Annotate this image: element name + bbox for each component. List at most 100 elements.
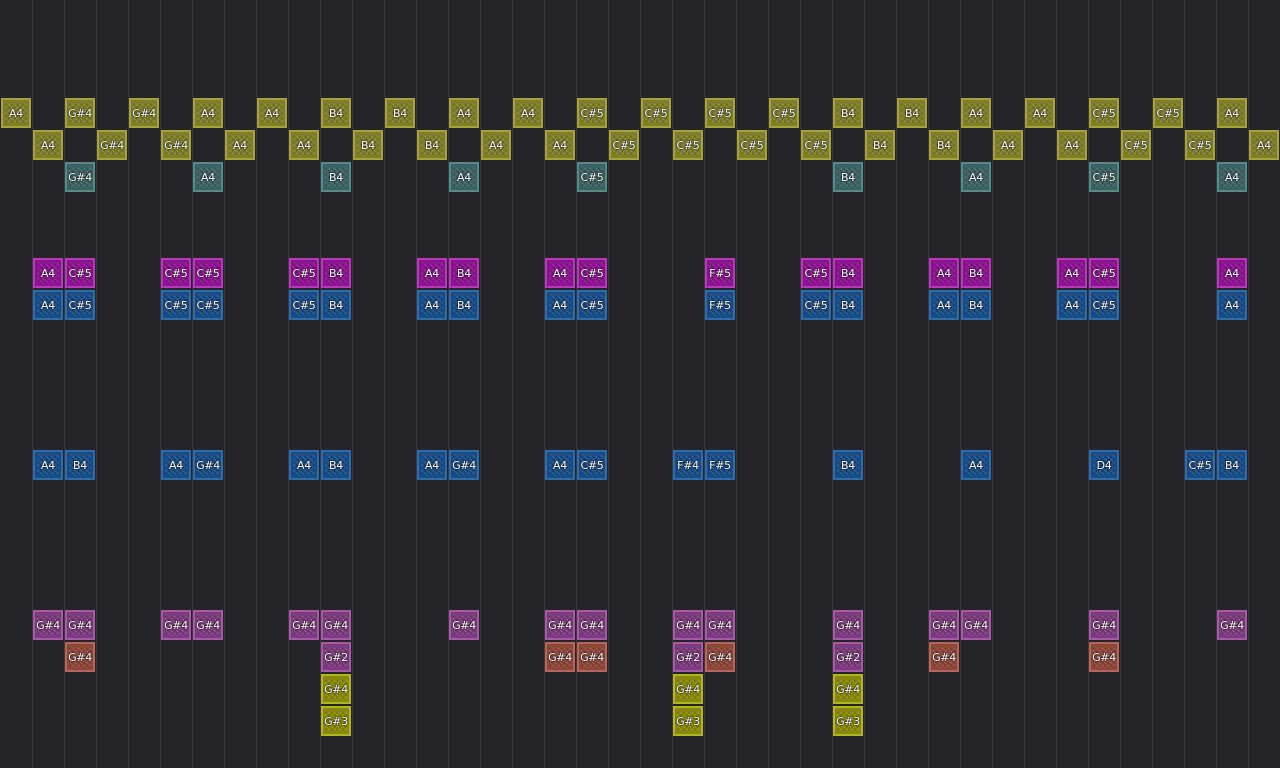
note-block[interactable]: A4 [193, 162, 223, 192]
note-block[interactable]: G#4 [65, 610, 95, 640]
note-block[interactable]: G#4 [321, 674, 351, 704]
note-block[interactable]: C#5 [1089, 290, 1119, 320]
note-block[interactable]: C#5 [1089, 162, 1119, 192]
note-block[interactable]: G#3 [673, 706, 703, 736]
note-block[interactable]: A4 [417, 258, 447, 288]
note-block[interactable]: A4 [545, 290, 575, 320]
note-block[interactable]: D4 [1089, 450, 1119, 480]
note-block[interactable]: A4 [929, 290, 959, 320]
note-block[interactable]: G#2 [321, 642, 351, 672]
note-block[interactable]: G#4 [65, 162, 95, 192]
note-block[interactable]: G#4 [449, 610, 479, 640]
note-block[interactable]: A4 [1057, 130, 1087, 160]
note-block[interactable]: G#4 [289, 610, 319, 640]
note-block[interactable]: B4 [385, 98, 415, 128]
note-block[interactable]: C#5 [65, 258, 95, 288]
note-block[interactable]: A4 [449, 162, 479, 192]
note-block[interactable]: A4 [961, 98, 991, 128]
note-block[interactable]: G#4 [705, 610, 735, 640]
note-block[interactable]: A4 [1217, 98, 1247, 128]
note-block[interactable]: C#5 [769, 98, 799, 128]
note-block[interactable]: A4 [289, 450, 319, 480]
note-block[interactable]: C#5 [161, 258, 191, 288]
note-block[interactable]: C#5 [577, 258, 607, 288]
note-block[interactable]: A4 [929, 258, 959, 288]
note-block[interactable]: A4 [161, 450, 191, 480]
note-block[interactable]: C#5 [801, 290, 831, 320]
note-block[interactable]: G#4 [929, 642, 959, 672]
note-block[interactable]: B4 [321, 98, 351, 128]
note-block[interactable]: B4 [833, 290, 863, 320]
note-block[interactable]: G#4 [545, 610, 575, 640]
note-block[interactable]: B4 [449, 290, 479, 320]
note-block[interactable]: G#3 [321, 706, 351, 736]
note-block[interactable]: C#5 [65, 290, 95, 320]
note-block[interactable]: B4 [833, 450, 863, 480]
note-block[interactable]: B4 [833, 162, 863, 192]
note-block[interactable]: A4 [513, 98, 543, 128]
note-block[interactable]: G#4 [65, 642, 95, 672]
note-block[interactable]: G#4 [577, 642, 607, 672]
note-block[interactable]: B4 [1217, 450, 1247, 480]
note-block[interactable]: A4 [33, 130, 63, 160]
note-block[interactable]: B4 [321, 162, 351, 192]
note-block[interactable]: G#4 [673, 674, 703, 704]
note-block[interactable]: B4 [929, 130, 959, 160]
note-block[interactable]: B4 [353, 130, 383, 160]
note-block[interactable]: C#5 [577, 450, 607, 480]
note-block[interactable]: G#4 [833, 674, 863, 704]
note-block[interactable]: B4 [321, 290, 351, 320]
note-block[interactable]: G#4 [65, 98, 95, 128]
note-grid[interactable]: A4 G#4 G#4 A4 A4 B4 B4 A4 A4 C#5 C#5 C#5 C#5 B4 B4 A4 A4… [0, 0, 1280, 768]
note-block[interactable]: G#4 [193, 450, 223, 480]
note-block[interactable]: A4 [417, 450, 447, 480]
note-block[interactable]: G#4 [673, 610, 703, 640]
note-block[interactable]: G#4 [1217, 610, 1247, 640]
note-block[interactable]: A4 [1, 98, 31, 128]
note-block[interactable]: G#4 [33, 610, 63, 640]
note-block[interactable]: A4 [1057, 290, 1087, 320]
note-block[interactable]: F#5 [705, 450, 735, 480]
note-block[interactable]: B4 [897, 98, 927, 128]
note-block[interactable]: A4 [545, 450, 575, 480]
note-block[interactable]: G#4 [449, 450, 479, 480]
note-block[interactable]: B4 [417, 130, 447, 160]
note-block[interactable]: A4 [1025, 98, 1055, 128]
note-block[interactable]: C#5 [289, 258, 319, 288]
note-block[interactable]: C#5 [737, 130, 767, 160]
note-block[interactable]: G#4 [705, 642, 735, 672]
note-block[interactable]: C#5 [193, 290, 223, 320]
note-block[interactable]: G#4 [129, 98, 159, 128]
note-block[interactable]: B4 [961, 258, 991, 288]
note-block[interactable]: G#3 [833, 706, 863, 736]
note-block[interactable]: B4 [65, 450, 95, 480]
note-block[interactable]: G#4 [577, 610, 607, 640]
note-block[interactable]: A4 [1217, 162, 1247, 192]
note-block[interactable]: A4 [1217, 258, 1247, 288]
note-block[interactable]: A4 [961, 450, 991, 480]
note-block[interactable]: C#5 [673, 130, 703, 160]
note-block[interactable]: F#5 [705, 290, 735, 320]
note-block[interactable]: G#4 [1089, 610, 1119, 640]
note-block[interactable]: C#5 [1089, 258, 1119, 288]
note-block[interactable]: A4 [257, 98, 287, 128]
note-block[interactable]: G#4 [833, 610, 863, 640]
note-block[interactable]: C#5 [609, 130, 639, 160]
note-block[interactable]: C#5 [577, 162, 607, 192]
note-block[interactable]: C#5 [705, 98, 735, 128]
note-block[interactable]: C#5 [289, 290, 319, 320]
note-block[interactable]: A4 [193, 98, 223, 128]
note-block[interactable]: C#5 [801, 258, 831, 288]
note-block[interactable]: C#5 [577, 290, 607, 320]
note-block[interactable]: G#4 [545, 642, 575, 672]
note-block[interactable]: B4 [321, 450, 351, 480]
note-block[interactable]: G#4 [321, 610, 351, 640]
note-block[interactable]: G#4 [161, 130, 191, 160]
note-block[interactable]: A4 [961, 162, 991, 192]
note-block[interactable]: A4 [417, 290, 447, 320]
note-block[interactable]: B4 [833, 98, 863, 128]
note-block[interactable]: G#4 [929, 610, 959, 640]
note-block[interactable]: A4 [545, 130, 575, 160]
note-block[interactable]: A4 [993, 130, 1023, 160]
note-block[interactable]: F#5 [705, 258, 735, 288]
